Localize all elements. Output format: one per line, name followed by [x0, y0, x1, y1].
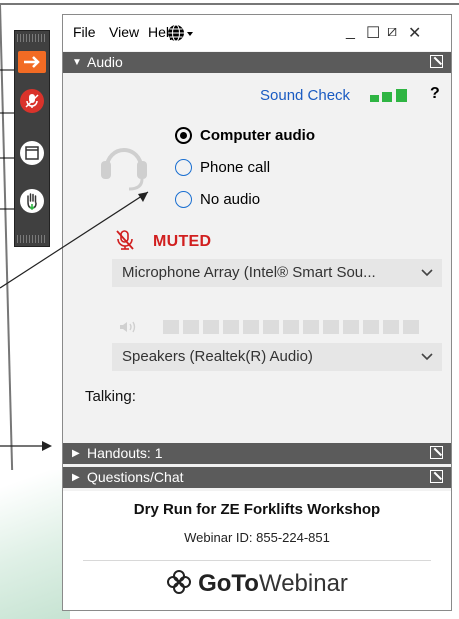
annotation-arrows: [0, 191, 149, 451]
